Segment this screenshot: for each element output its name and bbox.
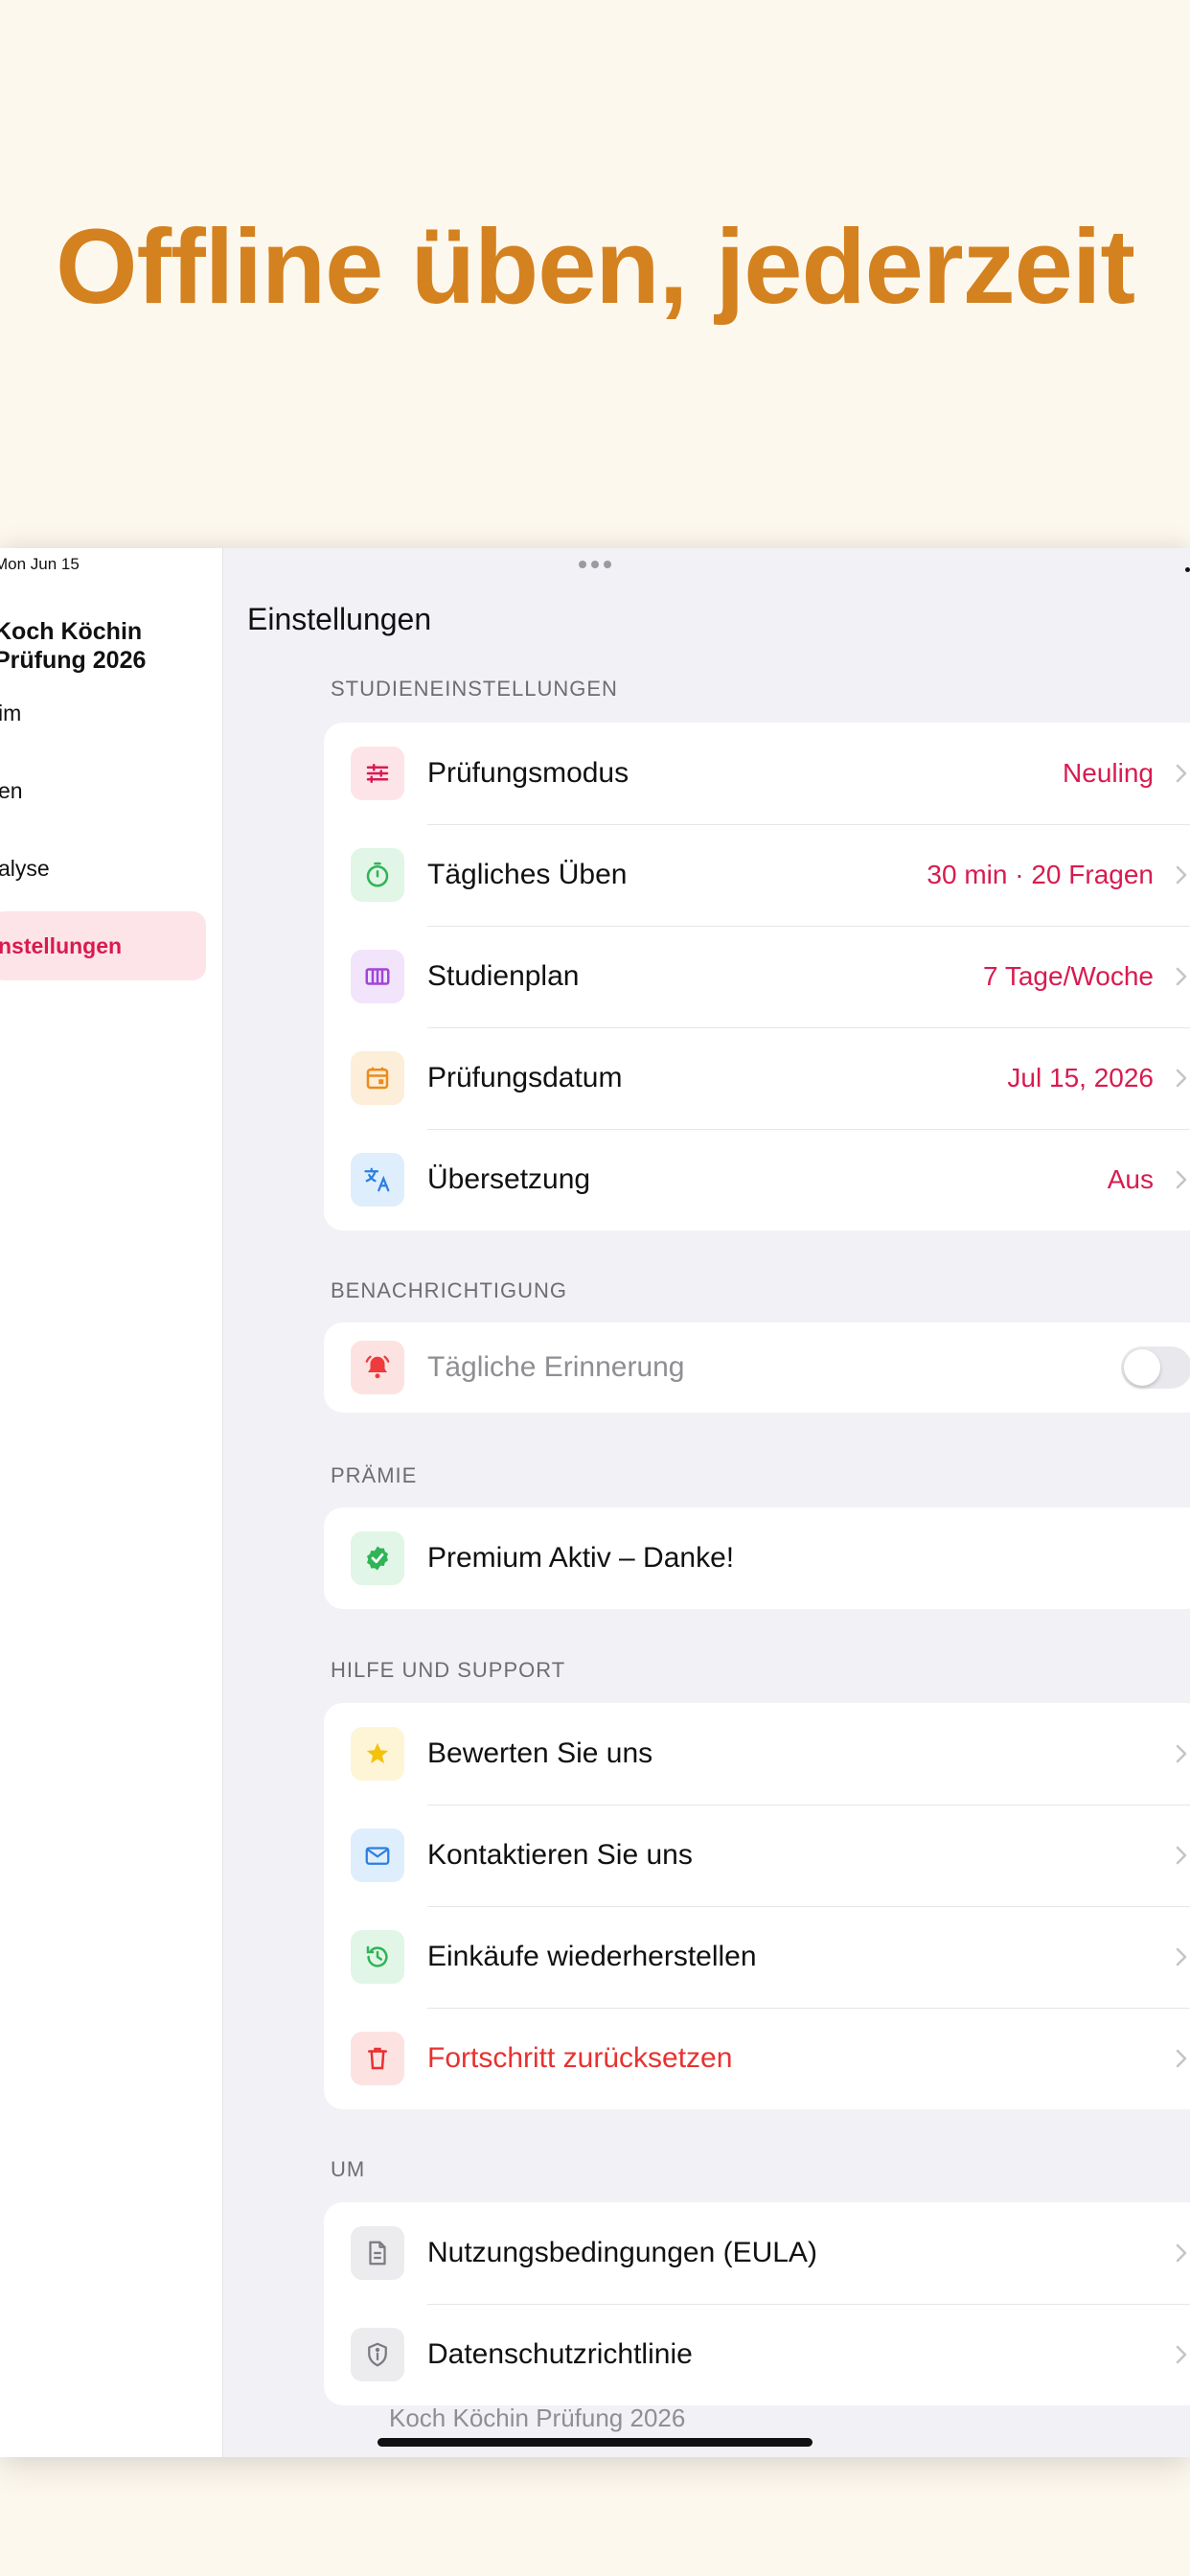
exam-date-row[interactable]: Prüfungsdatum Jul 15, 2026 (324, 1027, 1190, 1129)
row-label: Fortschritt zurücksetzen (427, 2042, 733, 2074)
exam-mode-row[interactable]: Prüfungsmodus Neuling (324, 723, 1190, 824)
study-plan-row[interactable]: Studienplan 7 Tage/Woche (324, 926, 1190, 1027)
about-card: Nutzungsbedingungen (EULA) Datenschutzri… (324, 2202, 1190, 2405)
rate-us-row[interactable]: Bewerten Sie uns (324, 1703, 1190, 1805)
privacy-policy-row[interactable]: Datenschutzrichtlinie (324, 2304, 1190, 2405)
row-value: Aus (1107, 1164, 1154, 1194)
page-title: Einstellungen (247, 602, 432, 636)
sidebar-item-questions[interactable]: en (0, 756, 206, 825)
row-label: Premium Aktiv – Danke! (427, 1542, 735, 1574)
status-indicator (1185, 567, 1190, 572)
row-label: Übersetzung (427, 1163, 591, 1195)
trash-icon (351, 2032, 404, 2085)
star-icon (351, 1727, 404, 1781)
status-bar-date: Mon Jun 15 (0, 555, 80, 573)
row-label: Datenschutzrichtlinie (427, 2338, 693, 2370)
row-label: Kontaktieren Sie uns (427, 1839, 693, 1871)
bell-icon (351, 1341, 404, 1394)
restore-icon (351, 1930, 404, 1984)
timer-icon (351, 848, 404, 902)
sidebar-item-home[interactable]: im (0, 678, 206, 748)
chevron-right-icon (1176, 1947, 1187, 1966)
daily-practice-row[interactable]: Tägliches Üben 30 min · 20 Fragen (324, 824, 1190, 926)
row-label: Studienplan (427, 960, 580, 992)
daily-reminder-row: Tägliche Erinnerung (324, 1322, 1190, 1413)
sidebar-item-label: im (0, 700, 22, 725)
sidebar-item-settings[interactable]: nstellungen (0, 911, 206, 980)
chevron-right-icon (1176, 967, 1187, 986)
premium-status-row: Premium Aktiv – Danke! (324, 1507, 1190, 1609)
terms-row[interactable]: Nutzungsbedingungen (EULA) (324, 2202, 1190, 2304)
translation-row[interactable]: Übersetzung Aus (324, 1129, 1190, 1230)
row-value: Neuling (1063, 758, 1154, 788)
chevron-right-icon (1176, 764, 1187, 783)
chevron-right-icon (1176, 2345, 1187, 2364)
chevron-right-icon (1176, 865, 1187, 885)
sidebar: Mon Jun 15 Koch Köchin Prüfung 2026 im e… (0, 548, 223, 2457)
shield-icon (351, 2328, 404, 2381)
row-label: Prüfungsdatum (427, 1062, 623, 1093)
translate-icon (351, 1153, 404, 1207)
app-title: Koch Köchin Prüfung 2026 (0, 618, 147, 674)
settings-panel: Einstellungen STUDIENEINSTELLUNGEN Prüfu… (224, 548, 1190, 2457)
reset-progress-row[interactable]: Fortschritt zurücksetzen (324, 2008, 1190, 2109)
sidebar-item-label: alyse (0, 855, 50, 881)
verified-badge-icon (351, 1531, 404, 1585)
section-header-study: STUDIENEINSTELLUNGEN (331, 677, 618, 701)
daily-reminder-toggle[interactable] (1121, 1346, 1190, 1389)
row-label: Prüfungsmodus (427, 757, 629, 789)
headline: Offline üben, jederzeit (55, 208, 1135, 326)
document-icon (351, 2226, 404, 2280)
section-header-help: HILFE UND SUPPORT (331, 1658, 566, 1682)
row-value: 7 Tage/Woche (983, 961, 1154, 991)
section-header-premium: PRÄMIE (331, 1463, 418, 1487)
mail-icon (351, 1828, 404, 1882)
row-label: Tägliches Üben (427, 859, 628, 890)
app-window: Mon Jun 15 Koch Köchin Prüfung 2026 im e… (0, 548, 1190, 2457)
sidebar-item-analysis[interactable]: alyse (0, 834, 206, 903)
home-indicator[interactable] (378, 2438, 812, 2447)
footer-app-name: Koch Köchin Prüfung 2026 (389, 2404, 686, 2432)
study-settings-card: Prüfungsmodus Neuling Tägliches Üben 30 … (324, 723, 1190, 1230)
notification-card: Tägliche Erinnerung (324, 1322, 1190, 1413)
chevron-right-icon (1176, 2049, 1187, 2068)
row-label: Tägliche Erinnerung (427, 1351, 685, 1383)
chevron-right-icon (1176, 2243, 1187, 2263)
chevron-right-icon (1176, 1170, 1187, 1189)
help-card: Bewerten Sie uns Kontaktieren Sie uns Ei… (324, 1703, 1190, 2109)
row-value: Jul 15, 2026 (1007, 1063, 1154, 1092)
section-header-about: UM (331, 2157, 366, 2181)
contact-us-row[interactable]: Kontaktieren Sie uns (324, 1805, 1190, 1906)
sliders-icon (351, 747, 404, 800)
chevron-right-icon (1176, 1846, 1187, 1865)
chevron-right-icon (1176, 1069, 1187, 1088)
row-label: Bewerten Sie uns (427, 1737, 653, 1769)
row-value: 30 min · 20 Fragen (927, 860, 1154, 889)
sidebar-item-label: nstellungen (0, 932, 123, 958)
calendar-icon (351, 1051, 404, 1105)
row-label: Einkäufe wiederherstellen (427, 1941, 757, 1972)
chevron-right-icon (1176, 1744, 1187, 1763)
premium-card: Premium Aktiv – Danke! (324, 1507, 1190, 1609)
sidebar-item-label: en (0, 777, 23, 803)
row-label: Nutzungsbedingungen (EULA) (427, 2237, 817, 2268)
multitasking-handle[interactable] (579, 561, 613, 570)
section-header-notification: BENACHRICHTIGUNG (331, 1278, 568, 1302)
restore-purchases-row[interactable]: Einkäufe wiederherstellen (324, 1906, 1190, 2008)
calendar-columns-icon (351, 950, 404, 1003)
